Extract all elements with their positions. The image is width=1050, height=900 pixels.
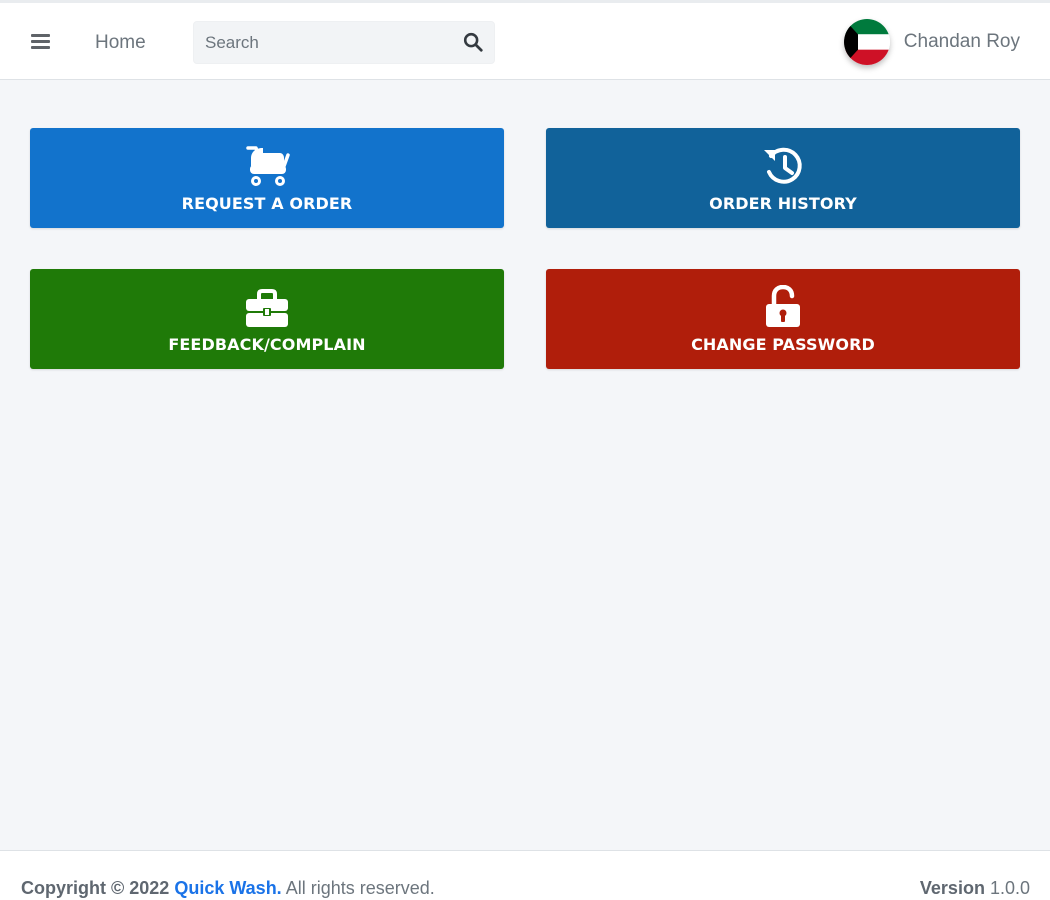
rights-text: All rights reserved. [285,878,435,898]
toolbox-icon [246,288,288,327]
request-order-label: REQUEST A ORDER [181,193,353,213]
hamburger-icon [31,34,50,37]
kuwait-flag-icon [843,19,890,65]
search-icon [463,32,483,52]
copyright-prefix: Copyright © 2022 [21,878,170,898]
top-navbar: Home Chandan Roy [0,0,1050,80]
user-menu[interactable]: Chandan Roy [843,18,1020,66]
copyright-text: Copyright © 2022 Quick Wash. All rights … [21,878,435,899]
version-label: Version [919,878,985,898]
search-input[interactable] [194,22,449,63]
user-name: Chandan Roy [903,31,1020,52]
avatar [843,19,890,65]
order-history-label: ORDER HISTORY [709,193,857,213]
menu-toggle-button[interactable] [28,29,54,53]
feedback-complain-label: FEEDBACK/COMPLAIN [168,334,366,354]
footer: Copyright © 2022 Quick Wash. All rights … [0,850,1050,900]
change-password-button[interactable]: CHANGE PASSWORD [546,269,1020,369]
version-value: 1.0.0 [989,878,1030,898]
history-icon [764,147,802,184]
page: Home Chandan Roy [0,0,1050,900]
version-info: Version 1.0.0 [920,878,1030,899]
brand-link[interactable]: Quick Wash. [174,878,281,898]
search-box [193,21,495,64]
baby-carriage-icon [246,145,290,186]
feedback-complain-button[interactable]: FEEDBACK/COMPLAIN [30,269,504,369]
request-order-button[interactable]: REQUEST A ORDER [30,128,504,228]
order-history-button[interactable]: ORDER HISTORY [546,128,1020,228]
search-button[interactable] [458,28,488,58]
nav-home-link[interactable]: Home [95,32,146,54]
change-password-label: CHANGE PASSWORD [691,334,875,354]
unlock-icon [766,284,800,327]
